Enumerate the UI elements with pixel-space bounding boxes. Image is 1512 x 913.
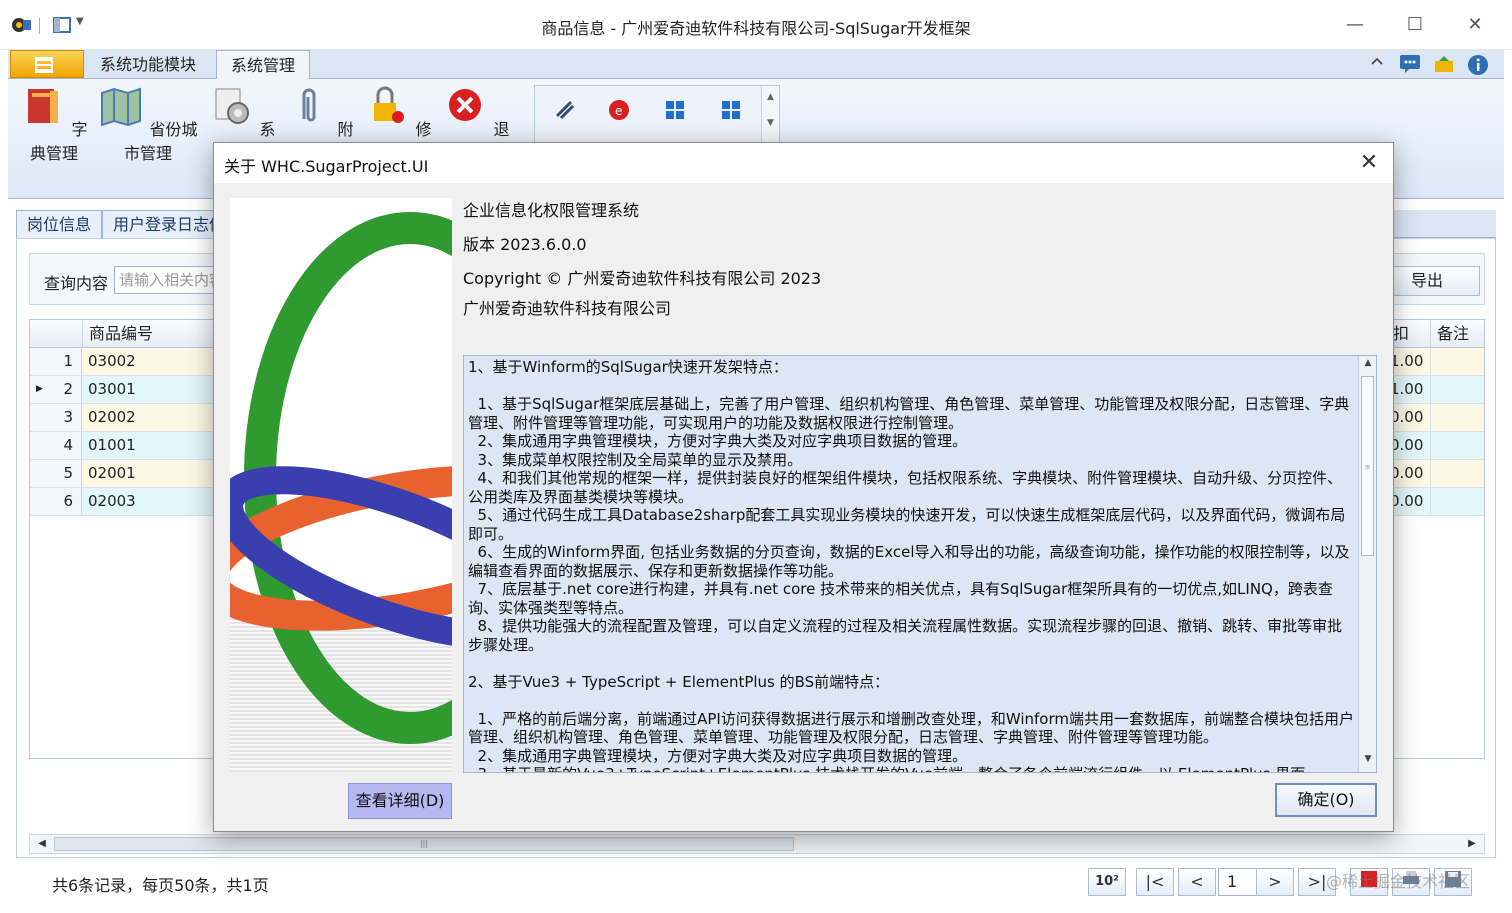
cell-product-code[interactable]: 03002 [82,348,222,375]
dictionary-button[interactable]: 字典管理 [18,83,90,163]
tools-icon[interactable] [553,98,577,122]
cell-product-code[interactable]: 03001 [82,376,222,403]
product-name: 企业信息化权限管理系统 [463,201,640,220]
cell-product-code[interactable]: 02001 [82,460,222,487]
watermark-text: @稀土掘金技术社区 [1326,872,1471,891]
description-textbox[interactable]: 1、基于Winform的SqlSugar快速开发架特点： 1、基于SqlSuga… [463,355,1377,773]
horizontal-scrollbar[interactable]: ◀ ||| ▶ [29,834,1485,854]
record-count-text: 共6条记录，每页50条，共1页 [52,876,269,895]
ribbon-tab-bar: 系统功能模块 系统管理 [8,50,1504,80]
svg-text:e: e [615,104,622,118]
description-scrollbar[interactable]: ▲ ≡ ▼ [1358,356,1376,772]
cell-note[interactable] [1430,348,1484,375]
cell-product-code[interactable]: 02002 [82,404,222,431]
system-params-button[interactable]: 系统参数 [206,83,278,143]
column-header-code[interactable]: 商品编号 [82,320,222,348]
windows-blue-icon[interactable] [663,98,687,122]
window-title: 商品信息 - 广州爱奇迪软件科技有限公司-SqlSugar开发框架 [541,19,971,38]
close-window-button[interactable]: ✕ [1455,10,1495,40]
cell-note[interactable] [1430,376,1484,403]
cell-product-code[interactable]: 02003 [82,488,222,515]
cell-note[interactable] [1430,460,1484,487]
dialog-title-bar: 关于 WHC.SugarProject.UI ✕ [214,143,1393,183]
row-number: 4 [30,432,82,459]
export-button[interactable]: 导出 [1392,266,1480,296]
exit-icon [449,89,482,121]
change-password-button[interactable]: 修改密码 [362,83,434,143]
current-row-indicator-icon: ▶ [36,384,43,394]
row-number: 3 [30,404,82,431]
menu-icon [35,57,53,73]
title-bar: ▼ 商品信息 - 广州爱奇迪软件科技有限公司-SqlSugar开发框架 — ☐ … [0,0,1512,50]
maximize-button[interactable]: ☐ [1395,10,1435,40]
scroll-up-icon[interactable]: ▲ [1359,358,1376,374]
collapse-ribbon-icon[interactable] [1366,54,1388,76]
company-name: 广州爱奇迪软件科技有限公司 [463,299,672,318]
paperclip-icon [302,88,316,122]
page-size-button[interactable]: 10² [1088,868,1126,896]
next-page-button[interactable]: > [1256,868,1294,896]
copyright-text: Copyright © 广州爱奇迪软件科技有限公司 2023 [463,269,822,288]
scroll-thumb[interactable]: ||| [54,837,794,851]
map-icon [101,87,142,127]
cell-product-code[interactable]: 01001 [82,432,222,459]
app-menu-button[interactable] [10,50,84,78]
product-logo-image [230,198,452,772]
province-city-button[interactable]: 省份城市管理 [96,83,200,163]
row-number: 6 [30,488,82,515]
ok-button[interactable]: 确定(O) [1275,783,1377,817]
windows-grid-icon[interactable] [719,98,743,122]
version-text: 版本 2023.6.0.0 [463,235,587,254]
row-number: 5 [30,460,82,487]
cell-note[interactable] [1430,488,1484,515]
tab-system-management[interactable]: 系统管理 [216,50,311,80]
about-info-icon[interactable] [1467,54,1489,76]
query-label: 查询内容 [44,274,109,293]
cell-note[interactable] [1430,432,1484,459]
first-page-button[interactable]: |< [1136,868,1174,896]
description-scroll-thumb[interactable]: ≡ [1361,376,1374,556]
view-details-button[interactable]: 查看详细(D) [348,783,452,819]
tab-system-modules[interactable]: 系统功能模块 [86,50,210,79]
about-dialog: 关于 WHC.SugarProject.UI ✕ 企业信息化权限管理系统 版本 … [213,142,1394,832]
description-text: 1、基于Winform的SqlSugar快速开发架特点： 1、基于SqlSuga… [468,358,1354,772]
dialog-title: 关于 WHC.SugarProject.UI [224,157,429,176]
prev-page-button[interactable]: < [1178,868,1216,896]
scroll-left-icon[interactable]: ◀ [32,836,52,852]
minimize-button[interactable]: — [1335,10,1375,40]
attachments-button[interactable]: 附件列表 [284,83,356,143]
key-lock-icon [374,86,405,123]
cell-note[interactable] [1430,404,1484,431]
exit-system-button[interactable]: 退出系统 [440,83,512,143]
column-header-note[interactable]: 备注信 [1430,320,1484,371]
dictionary-icon [28,89,59,123]
red-circle-icon[interactable]: e [607,98,631,122]
scroll-down-icon[interactable]: ▼ [1359,754,1376,770]
scroll-right-icon[interactable]: ▶ [1462,836,1482,852]
tab-position-info[interactable]: 岗位信息 [16,210,103,238]
row-number: 1 [30,348,82,375]
dialog-close-button[interactable]: ✕ [1355,149,1383,177]
message-icon[interactable] [1399,54,1421,76]
status-bar: 共6条记录，每页50条，共1页 10² |< < 1 > >| @稀土掘金技术社… [16,862,1496,902]
skin-icon[interactable] [1433,54,1455,76]
settings-icon [215,88,250,124]
